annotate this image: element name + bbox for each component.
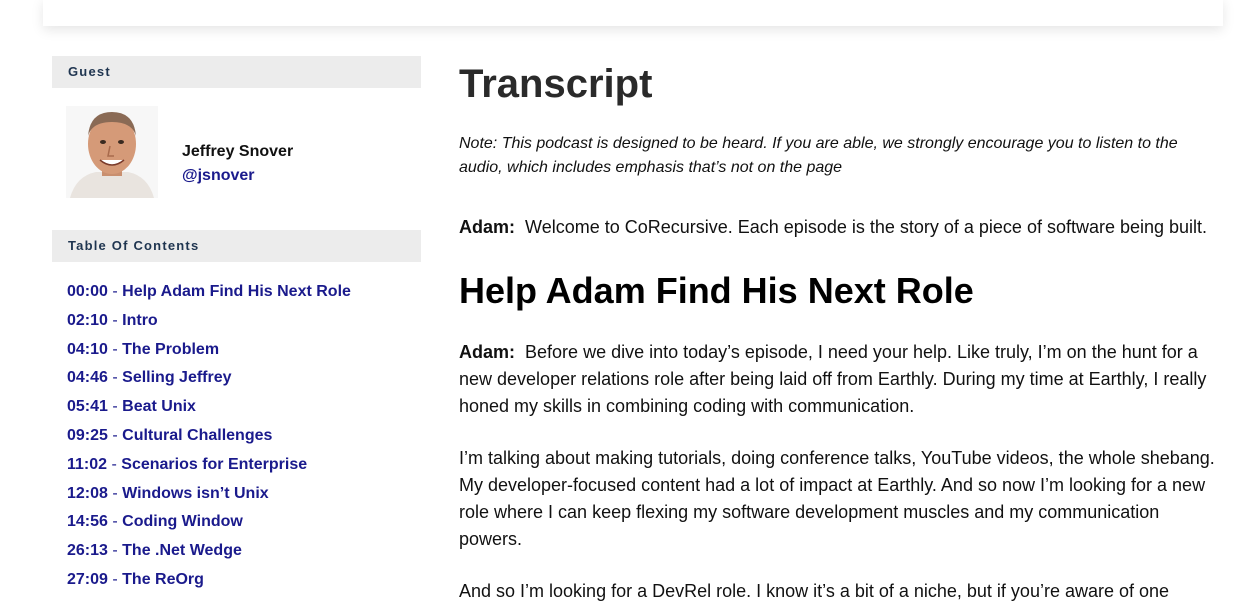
toc-link[interactable]: 04:46 - Selling Jeffrey <box>67 369 232 386</box>
toc-title: The Problem <box>122 340 220 358</box>
toc-timestamp: 09:25 <box>67 426 108 444</box>
toc-link[interactable]: 12:08 - Windows isn’t Unix <box>67 485 269 502</box>
toc-title: Intro <box>122 311 158 329</box>
toc-title: Scenarios for Enterprise <box>121 455 308 473</box>
toc-list: 00:00 - Help Adam Find His Next Role 02:1… <box>52 262 421 599</box>
toc-separator: - <box>107 542 123 560</box>
guest-avatar <box>66 106 158 198</box>
toc-item: 04:10 - The Problem <box>67 340 421 369</box>
toc-link[interactable]: 02:10 - Intro <box>67 312 158 329</box>
toc-separator: - <box>107 311 123 329</box>
toc-title: Help Adam Find His Next Role <box>122 283 351 300</box>
toc-link[interactable]: 14:56 - Coding Window <box>67 513 243 530</box>
page-title: Transcript <box>459 62 653 106</box>
top-nav-bar <box>43 0 1223 26</box>
toc-separator: - <box>107 455 122 473</box>
toc-timestamp: 14:56 <box>67 513 108 531</box>
guest-name: Jeffrey Snover <box>182 143 294 160</box>
transcript-paragraph: And so I’m looking for a DevRel role. I … <box>459 578 1219 605</box>
toc-separator: - <box>107 426 123 444</box>
toc-separator: - <box>107 283 123 300</box>
toc-title: Coding Window <box>122 513 243 531</box>
toc-link[interactable]: 09:25 - Cultural Challenges <box>67 427 272 444</box>
toc-separator: - <box>107 513 123 531</box>
toc-link[interactable]: 04:10 - The Problem <box>67 341 219 358</box>
toc-timestamp: 04:46 <box>67 369 108 387</box>
toc-item: 12:08 - Windows isn’t Unix <box>67 484 421 513</box>
toc-separator: - <box>107 340 123 358</box>
toc-timestamp: 02:10 <box>67 311 108 329</box>
toc-link[interactable]: 11:02 - Scenarios for Enterprise <box>67 456 307 473</box>
toc-timestamp: 04:10 <box>67 340 108 358</box>
listening-note: Note: This podcast is designed to be hea… <box>459 135 1178 176</box>
toc-item: 09:25 - Cultural Challenges <box>67 426 421 455</box>
toc-link[interactable]: 26:13 - The .Net Wedge <box>67 542 242 559</box>
guest-twitter-link[interactable]: @jsnover <box>182 167 255 185</box>
toc-timestamp: 26:13 <box>67 542 108 560</box>
toc-timestamp: 27:09 <box>67 570 108 588</box>
paragraph-text: Welcome to CoRecursive. Each episode is … <box>525 217 1208 237</box>
transcript-paragraph: Adam: Welcome to CoRecursive. Each episo… <box>459 214 1219 241</box>
toc-link[interactable]: 27:09 - The ReOrg <box>67 571 204 588</box>
toc-item: 14:56 - Coding Window <box>67 512 421 541</box>
speaker-label: Adam: <box>459 217 516 237</box>
toc-link[interactable]: 05:41 - Beat Unix <box>67 398 196 415</box>
toc-timestamp: 00:00 <box>67 283 108 300</box>
toc-separator: - <box>107 398 123 416</box>
paragraph-text: I’m talking about making tutorials, doin… <box>459 448 1215 549</box>
toc-separator: - <box>107 570 123 588</box>
toc-item: 05:41 - Beat Unix <box>67 397 421 426</box>
toc-timestamp: 11:02 <box>67 455 108 473</box>
transcript-content: Transcript Note: This podcast is designe… <box>459 58 1219 605</box>
paragraph-text: And so I’m looking for a DevRel role. I … <box>459 581 1170 601</box>
toc-separator: - <box>107 369 123 387</box>
toc-timestamp: 12:08 <box>67 484 108 502</box>
transcript-paragraph: I’m talking about making tutorials, doin… <box>459 445 1219 553</box>
toc-link[interactable]: 00:00 - Help Adam Find His Next Role <box>67 283 351 300</box>
toc-title: Beat Unix <box>122 398 196 416</box>
transcript-paragraph: Adam: Before we dive into today’s episod… <box>459 339 1219 420</box>
toc-item: 02:10 - Intro <box>67 311 421 340</box>
toc-title: Selling Jeffrey <box>122 369 232 387</box>
speaker-label: Adam: <box>459 342 516 362</box>
toc-title: The .Net Wedge <box>122 542 242 560</box>
paragraph-text: Before we dive into today’s episode, I n… <box>459 342 1207 416</box>
toc-item: 27:09 - The ReOrg <box>67 570 421 599</box>
toc-header: Table Of Contents <box>52 230 421 262</box>
toc-separator: - <box>107 484 123 502</box>
toc-item: 04:46 - Selling Jeffrey <box>67 368 421 397</box>
guest-card: Jeffrey Snover @jsnover <box>52 88 421 230</box>
toc-item: 11:02 - Scenarios for Enterprise <box>67 455 421 484</box>
section-heading: Help Adam Find His Next Role <box>459 270 974 311</box>
toc-item: 00:00 - Help Adam Find His Next Role <box>67 282 421 311</box>
toc-item: 26:13 - The .Net Wedge <box>67 541 421 570</box>
toc-title: Cultural Challenges <box>122 426 273 444</box>
toc-title: The ReOrg <box>122 570 204 588</box>
toc-title: Windows isn’t Unix <box>122 484 269 502</box>
guest-section-header: Guest <box>52 56 421 88</box>
sidebar: Guest Jeffrey Snover @jsnover Table Of C… <box>52 56 421 599</box>
toc-timestamp: 05:41 <box>67 398 108 416</box>
